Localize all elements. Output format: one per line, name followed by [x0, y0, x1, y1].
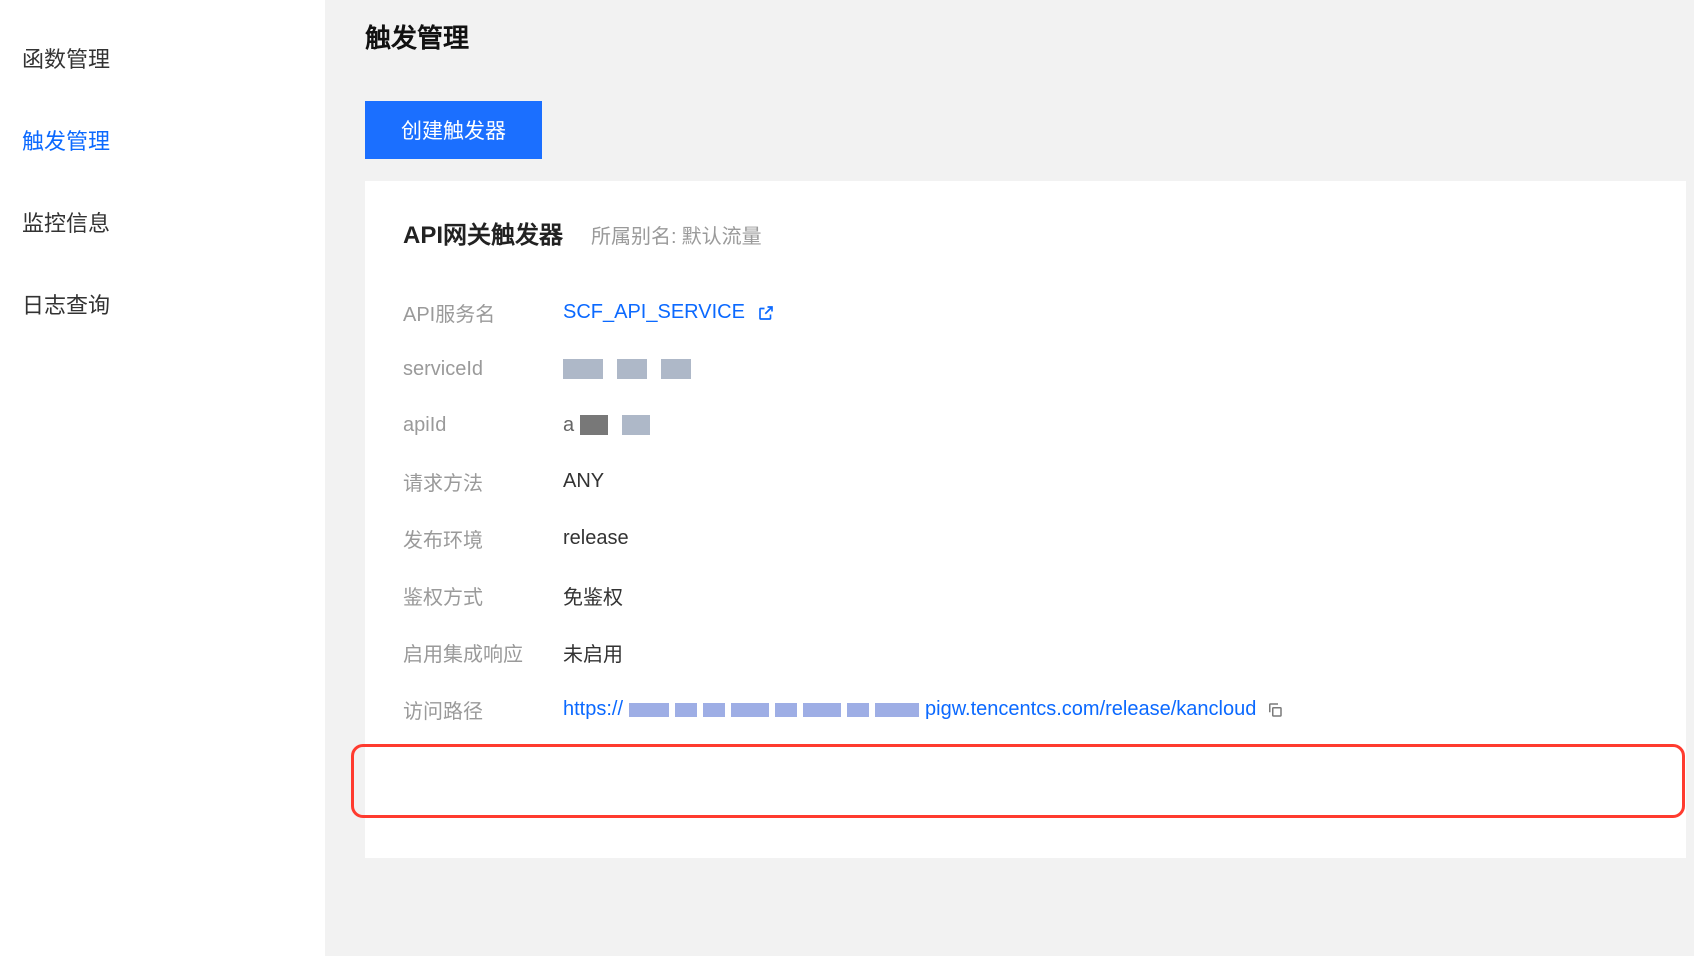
url-suffix: pigw.tencentcs.com/release/kancloud [925, 698, 1256, 721]
field-label: 发布环境 [403, 524, 563, 553]
sidebar-item-trigger-mgmt[interactable]: 触发管理 [0, 110, 325, 170]
create-trigger-button[interactable]: 创建触发器 [365, 101, 542, 159]
field-api-service-name: API服务名 SCF_API_SERVICE [403, 284, 1648, 341]
main-content: 触发管理 创建触发器 API网关触发器 所属别名: 默认流量 API服务名 SC… [325, 0, 1694, 956]
sidebar-item-function-mgmt[interactable]: 函数管理 [0, 28, 325, 88]
api-service-link[interactable]: SCF_API_SERVICE [563, 301, 775, 324]
copy-icon[interactable] [1266, 701, 1284, 719]
alias-label: 所属别名: [591, 226, 677, 248]
trigger-type-label: API网关触发器 [403, 215, 563, 250]
api-service-name-value: SCF_API_SERVICE [563, 301, 745, 324]
field-label: 鉴权方式 [403, 581, 563, 610]
field-label: apiId [403, 414, 563, 437]
api-id-value: a [563, 414, 658, 437]
sidebar-item-monitor[interactable]: 监控信息 [0, 192, 325, 252]
auth-type-value: 免鉴权 [563, 581, 623, 610]
page-title: 触发管理 [365, 18, 1694, 55]
integrated-response-value: 未启用 [563, 638, 623, 667]
field-api-id: apiId a [403, 397, 1648, 453]
sidebar: 函数管理 触发管理 监控信息 日志查询 [0, 0, 325, 956]
request-method-value: ANY [563, 470, 604, 493]
field-label: 请求方法 [403, 467, 563, 496]
field-label: 访问路径 [403, 695, 563, 724]
service-id-value [563, 359, 699, 379]
field-service-id: serviceId [403, 341, 1648, 397]
field-label: 启用集成响应 [403, 638, 563, 667]
field-auth-type: 鉴权方式 免鉴权 [403, 567, 1648, 624]
field-request-method: 请求方法 ANY [403, 453, 1648, 510]
trigger-header: API网关触发器 所属别名: 默认流量 [403, 215, 1648, 250]
trigger-panel: API网关触发器 所属别名: 默认流量 API服务名 SCF_API_SERVI… [365, 181, 1686, 858]
access-path-link[interactable]: https:// pigw.tencentcs.com/release/kanc… [563, 698, 1284, 721]
url-prefix: https:// [563, 698, 623, 721]
field-access-path: 访问路径 https:// pigw.tencentcs.com/release… [403, 681, 1648, 738]
field-label: serviceId [403, 358, 563, 381]
external-link-icon [757, 304, 775, 322]
publish-env-value: release [563, 527, 629, 550]
alias-value: 默认流量 [682, 226, 762, 248]
field-publish-env: 发布环境 release [403, 510, 1648, 567]
field-integrated-response: 启用集成响应 未启用 [403, 624, 1648, 681]
field-label: API服务名 [403, 298, 563, 327]
sidebar-item-log-query[interactable]: 日志查询 [0, 274, 325, 334]
